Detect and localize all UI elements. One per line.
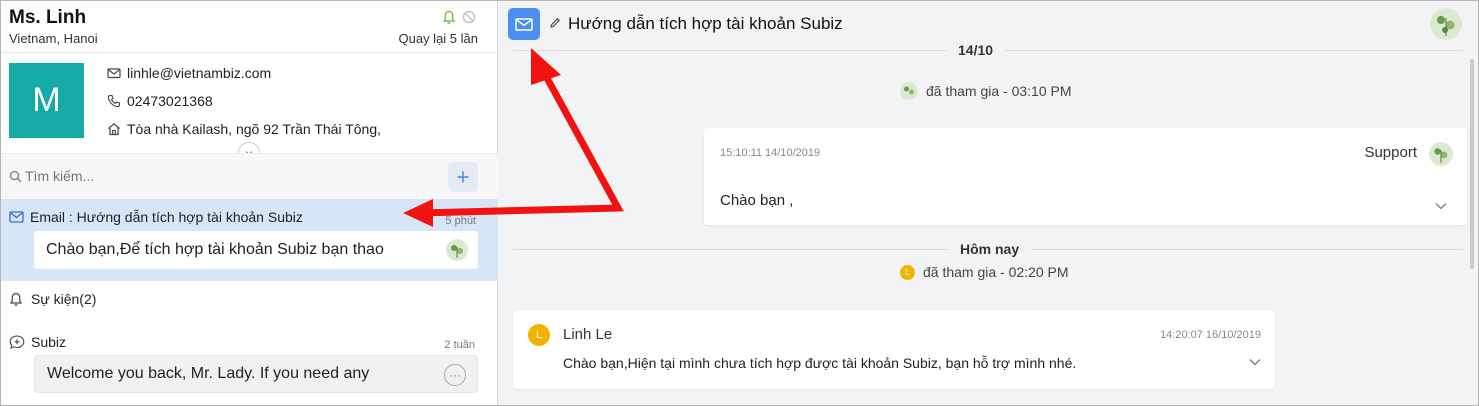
pencil-icon[interactable] (549, 17, 561, 29)
message-text: Chào bạn , (720, 192, 794, 209)
customer-email[interactable]: linhle@vietnambiz.com (127, 65, 271, 81)
message-text: Chào bạn,Hiện tại mình chưa tích hợp đượ… (563, 355, 1077, 371)
agent-avatar (1429, 142, 1453, 166)
revisit-count: Quay lại 5 lần (398, 31, 479, 46)
conversation-panel: Hướng dẫn tích hợp tài khoản Subiz 14/10… (498, 1, 1478, 405)
date-divider: 14/10 (946, 42, 1006, 58)
phone-row: 02473021368 (107, 93, 213, 109)
join-event: đã tham gia - 03:10 PM (900, 82, 1072, 100)
more-icon: ··· (444, 364, 466, 386)
message-card: 15:10:11 14/10/2019 Support Chào bạn , (704, 128, 1467, 225)
conversation-time: 2 tuần (444, 339, 475, 351)
conversation-title: Email : Hướng dẫn tích hợp tài khoản Sub… (30, 209, 303, 225)
email-row: linhle@vietnambiz.com (107, 65, 271, 81)
date-divider: Hôm nay (948, 241, 1032, 257)
search-icon (9, 170, 22, 183)
conversation-time: 5 phút (445, 215, 476, 227)
customer-avatar: L (900, 264, 915, 280)
customer-profile: M linhle@vietnambiz.com 02473021368 Tòa … (1, 53, 498, 164)
conversation-header: Hướng dẫn tích hợp tài khoản Subiz (498, 1, 1478, 47)
join-event: L đã tham gia - 02:20 PM (900, 264, 1069, 280)
mail-icon (9, 211, 24, 223)
preview-text: Welcome you back, Mr. Lady. If you need … (47, 365, 370, 382)
message-time: 14:20:07 16/10/2019 (1160, 329, 1261, 341)
conversation-item-events[interactable]: Sự kiện(2) (9, 291, 96, 307)
bell-icon[interactable] (442, 10, 456, 25)
block-icon[interactable] (462, 10, 476, 24)
agent-avatar (900, 82, 918, 100)
join-event-text: đã tham gia - 03:10 PM (926, 83, 1072, 99)
message-card: L Linh Le 14:20:07 16/10/2019 Chào bạn,H… (513, 310, 1275, 389)
join-event-text: đã tham gia - 02:20 PM (923, 264, 1069, 280)
conversation-preview: Welcome you back, Mr. Lady. If you need … (34, 355, 478, 393)
message-time: 15:10:11 14/10/2019 (720, 147, 821, 159)
avatar: M (9, 63, 84, 138)
customer-name: Ms. Linh (9, 7, 87, 28)
customer-panel: Ms. Linh Vietnam, Hanoi Quay lại 5 lần M… (1, 1, 498, 405)
message-author: Support (1364, 144, 1417, 161)
app-window: Ms. Linh Vietnam, Hanoi Quay lại 5 lần M… (0, 0, 1479, 406)
add-conversation-button[interactable] (448, 162, 478, 192)
customer-avatar: L (528, 324, 550, 346)
plus-icon (457, 171, 469, 183)
customer-header: Ms. Linh Vietnam, Hanoi Quay lại 5 lần (1, 1, 498, 53)
preview-text: Chào bạn,Để tích hợp tài khoản Subiz bạn… (46, 241, 384, 258)
conversation-preview: Chào bạn,Để tích hợp tài khoản Subiz bạn… (34, 231, 478, 269)
message-author: Linh Le (563, 326, 613, 343)
address-row: Tòa nhà Kailash, ngõ 92 Trần Thái Tông, (107, 121, 381, 137)
mail-icon (515, 17, 533, 31)
chevron-down-icon[interactable] (1249, 358, 1261, 366)
conversation-title: Subiz (31, 334, 67, 350)
customer-location: Vietnam, Hanoi (9, 31, 98, 46)
scrollbar[interactable] (1470, 59, 1474, 269)
search-input[interactable] (25, 165, 405, 187)
customer-address: Tòa nhà Kailash, ngõ 92 Trần Thái Tông, (127, 121, 381, 137)
conversation-subject[interactable]: Hướng dẫn tích hợp tài khoản Subiz (568, 14, 843, 34)
bell-icon (9, 292, 23, 306)
conversation-item-email[interactable]: Email : Hướng dẫn tích hợp tài khoản Sub… (1, 199, 498, 281)
agent-avatar[interactable] (1430, 8, 1462, 40)
chevron-down-icon[interactable] (1435, 202, 1447, 210)
email-channel-button[interactable] (508, 8, 540, 40)
events-label: Sự kiện(2) (31, 291, 97, 307)
chat-plus-icon (9, 335, 25, 349)
search-bar (1, 153, 498, 199)
phone-icon (107, 94, 121, 108)
customer-phone[interactable]: 02473021368 (127, 93, 213, 109)
mail-icon (107, 68, 121, 79)
agent-avatar (446, 239, 468, 261)
home-icon (108, 123, 120, 136)
